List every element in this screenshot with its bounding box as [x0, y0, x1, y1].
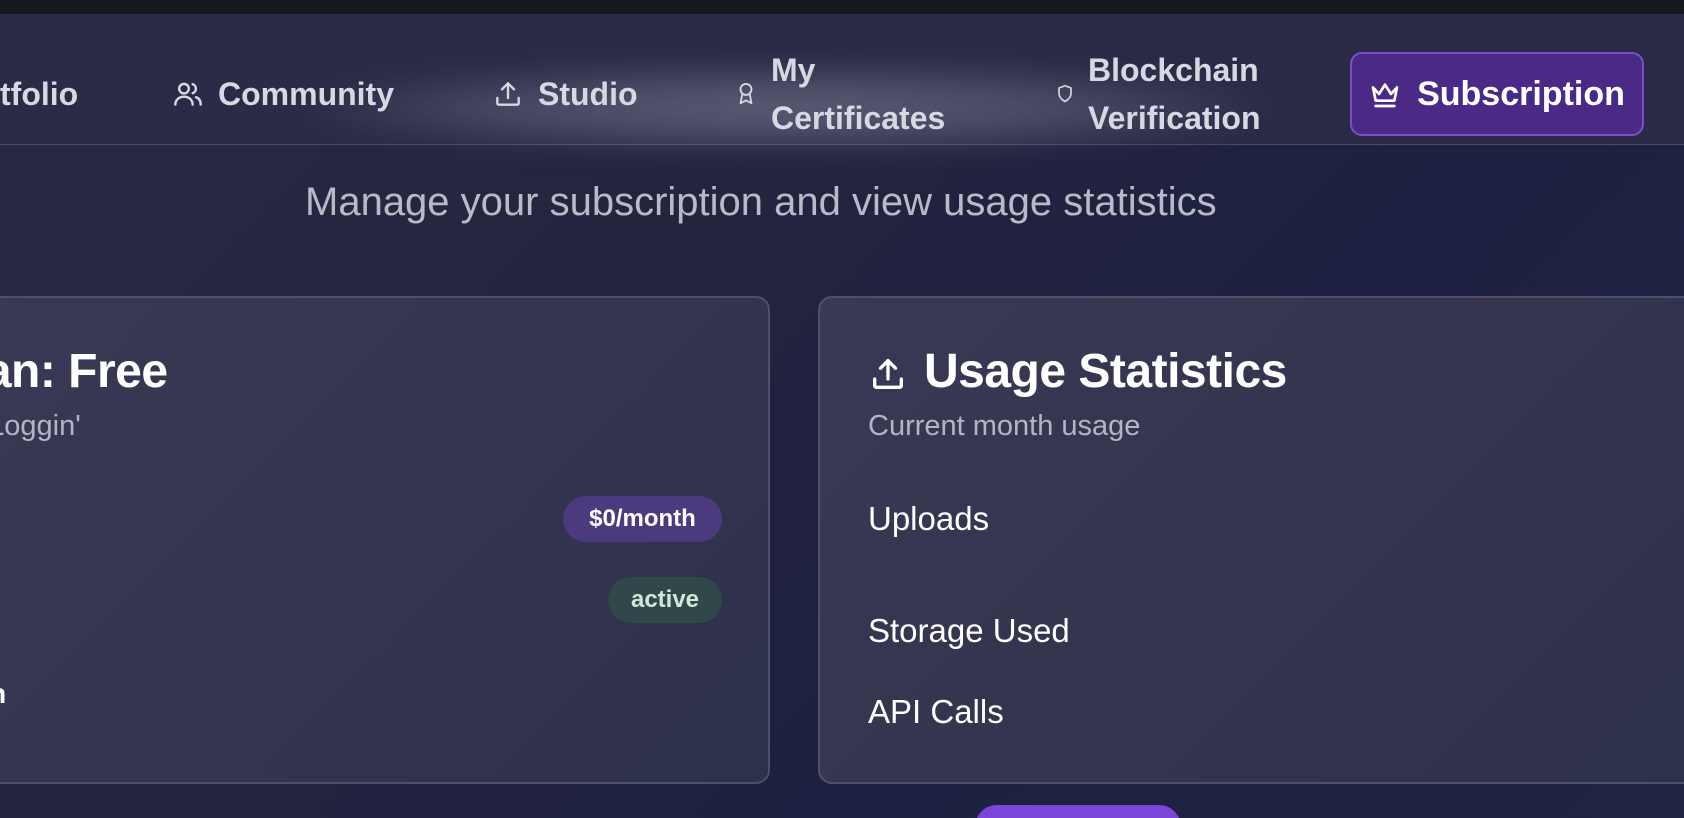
plan-feature-label: on	[0, 678, 6, 710]
usage-statistics-card: Usage Statistics Current month usage Upl…	[818, 296, 1684, 784]
nav-item-community[interactable]: Community	[172, 52, 394, 136]
nav-blockchain-line2: Verification	[1088, 100, 1261, 136]
nav-blockchain-line1: Blockchain	[1088, 52, 1259, 88]
plan-card-subtitle: t Loggin'	[0, 410, 81, 442]
crown-icon	[1369, 79, 1401, 109]
nav-certificates-line2: Certificates	[771, 100, 946, 136]
award-icon	[735, 81, 757, 107]
usage-row-uploads: Uploads	[868, 500, 990, 537]
users-icon	[172, 78, 204, 110]
page-subtitle: Manage your subscription and view usage …	[305, 180, 1217, 224]
window-top-strip	[0, 0, 1684, 14]
current-plan-card: lan: Free t Loggin' $0/month active on	[0, 296, 770, 784]
subscription-button-label: Subscription	[1417, 74, 1625, 113]
nav-item-portfolio[interactable]: tfolio	[0, 52, 78, 136]
upload-icon	[492, 78, 524, 110]
nav-studio-label: Studio	[538, 75, 638, 112]
usage-upload-icon	[868, 354, 908, 399]
subscription-button[interactable]: Subscription	[1350, 52, 1644, 136]
usage-card-subtitle: Current month usage	[868, 410, 1141, 442]
nav-item-studio[interactable]: Studio	[492, 52, 638, 136]
nav-portfolio-label: tfolio	[0, 75, 79, 112]
price-badge: $0/month	[563, 496, 722, 542]
shield-icon	[1056, 84, 1074, 104]
nav-blockchain-text: Blockchain Verification	[1088, 46, 1261, 142]
upgrade-button[interactable]	[975, 805, 1181, 818]
usage-card-title: Usage Statistics	[924, 345, 1287, 398]
usage-row-api-calls: API Calls	[868, 693, 1004, 730]
nav-item-blockchain-verification[interactable]: Blockchain Verification	[1056, 32, 1261, 156]
nav-certificates-text: My Certificates	[771, 46, 945, 142]
plan-card-title: lan: Free	[0, 345, 168, 398]
usage-row-storage: Storage Used	[868, 612, 1070, 649]
nav-certificates-line1: My	[771, 52, 816, 88]
nav-item-certificates[interactable]: My Certificates	[735, 32, 945, 156]
nav-community-label: Community	[218, 75, 394, 112]
status-badge: active	[608, 577, 722, 623]
top-navbar: tfolio Community Studio My Certificates …	[0, 14, 1684, 152]
